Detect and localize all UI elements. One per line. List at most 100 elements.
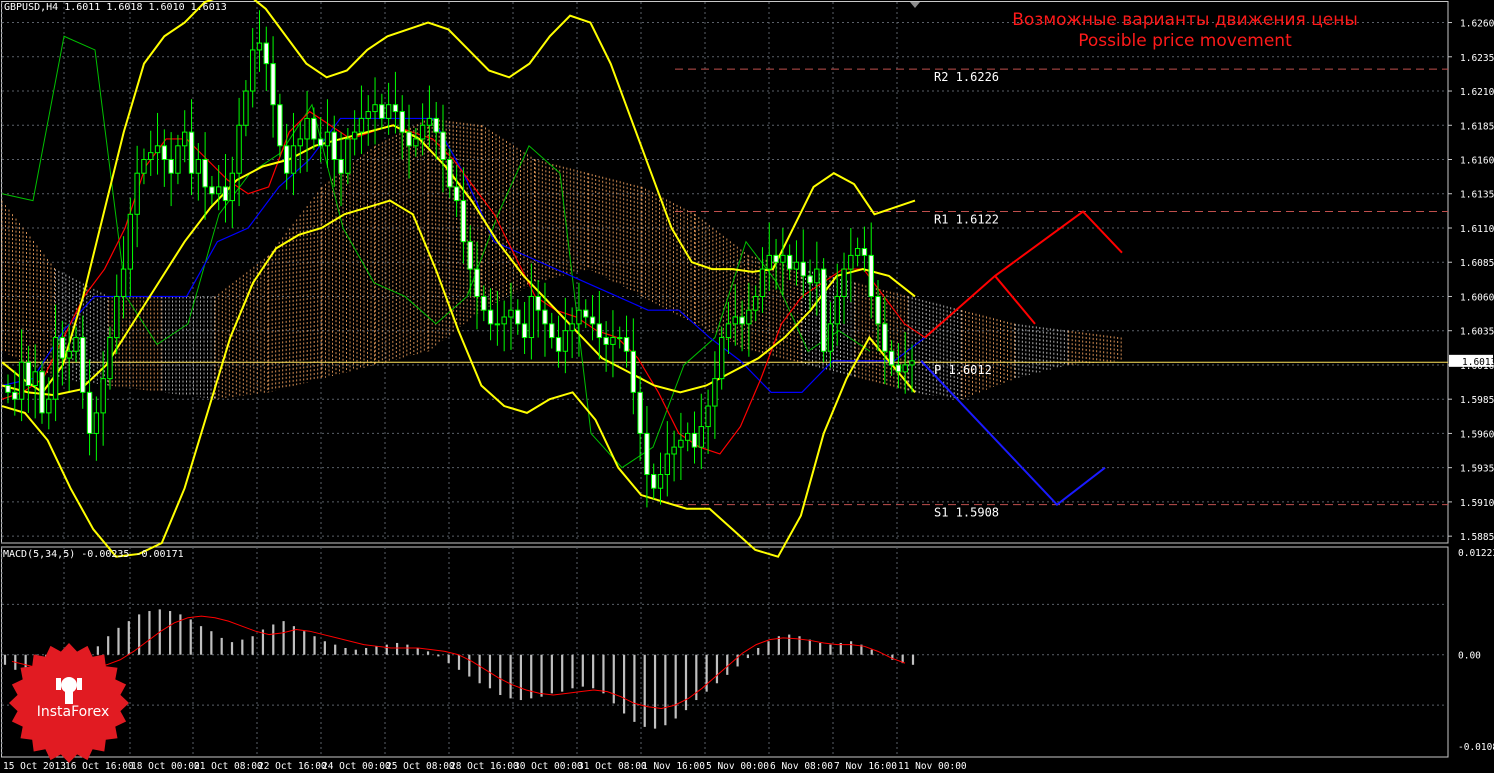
candle-body bbox=[623, 337, 630, 352]
candle-body bbox=[59, 337, 66, 359]
level-label: S1 1.5908 bbox=[934, 506, 999, 520]
forecast-up-alt-line bbox=[994, 275, 1036, 325]
y-tick-label: 1.5935 bbox=[1460, 464, 1494, 475]
candle-body bbox=[902, 364, 908, 373]
y-tick-label: 1.5985 bbox=[1460, 395, 1494, 406]
candle-body bbox=[630, 350, 637, 393]
candle-body bbox=[494, 323, 501, 326]
candle-body bbox=[270, 63, 276, 106]
candle-body bbox=[216, 186, 222, 195]
candle-body bbox=[331, 131, 337, 161]
candle-body bbox=[576, 309, 582, 325]
candle-body bbox=[66, 350, 72, 359]
candle-body bbox=[263, 42, 269, 65]
y-tick-label: 1.6235 bbox=[1460, 53, 1494, 64]
candle-body bbox=[175, 145, 181, 174]
x-tick-label: 5 Nov 00:00 bbox=[706, 761, 769, 772]
candle-body bbox=[691, 432, 698, 448]
candle-body bbox=[317, 138, 324, 147]
forecast-down-line bbox=[920, 360, 1106, 506]
x-tick-label: 21 Oct 08:00 bbox=[194, 761, 263, 772]
macd-frame bbox=[1, 546, 1449, 758]
candle-body bbox=[739, 316, 745, 325]
candle-body bbox=[440, 131, 446, 161]
candle-body bbox=[392, 104, 399, 113]
candle-body bbox=[399, 111, 405, 133]
candle-body bbox=[351, 131, 358, 140]
candle-body bbox=[406, 131, 412, 147]
candle-body bbox=[379, 104, 385, 119]
y-tick-label: 1.6060 bbox=[1460, 292, 1494, 303]
candle-body bbox=[644, 432, 650, 476]
candle-body bbox=[304, 117, 310, 140]
candle-body bbox=[888, 350, 895, 366]
candle-body bbox=[603, 337, 609, 345]
candle-body bbox=[549, 323, 555, 339]
candle-body bbox=[705, 405, 711, 428]
candle-body bbox=[569, 323, 575, 332]
candle-body bbox=[895, 364, 902, 373]
candle-body bbox=[195, 159, 202, 174]
candle-body bbox=[617, 337, 623, 340]
y-tick-label: 1.6085 bbox=[1460, 258, 1494, 269]
candle-body bbox=[861, 248, 868, 256]
candle-body bbox=[678, 439, 684, 448]
candle-body bbox=[718, 337, 725, 380]
bollinger-lower-line bbox=[1, 199, 916, 558]
macd-tick-label: 0.00 bbox=[1458, 651, 1481, 662]
candle-body bbox=[426, 117, 433, 126]
candle-body bbox=[854, 248, 861, 256]
candle-body bbox=[419, 124, 426, 140]
candle-body bbox=[324, 131, 331, 147]
candle-body bbox=[188, 131, 195, 174]
x-tick-label: 6 Nov 08:00 bbox=[770, 761, 833, 772]
candle-body bbox=[447, 159, 453, 188]
candle-body bbox=[93, 412, 100, 434]
candle-body bbox=[467, 241, 473, 270]
price-chart[interactable]: R2 1.6226 R1 1.6122 P 1.6012 S1 1.5908 1.62… bbox=[0, 0, 1494, 773]
candle-body bbox=[385, 104, 392, 119]
shift-marker-icon bbox=[910, 2, 920, 8]
instaforex-logo-icon bbox=[9, 643, 129, 763]
candle-body bbox=[12, 391, 18, 400]
candle-body bbox=[834, 295, 840, 325]
candle-body bbox=[453, 186, 460, 202]
candle-body bbox=[752, 295, 759, 311]
candle-body bbox=[182, 131, 188, 147]
candle-body bbox=[168, 159, 174, 174]
current-price-label: 1.6013 bbox=[1462, 357, 1494, 368]
candle-body bbox=[698, 426, 704, 448]
candle-body bbox=[562, 330, 569, 352]
candle-body bbox=[712, 378, 718, 407]
candle-body bbox=[528, 295, 535, 339]
candle-body bbox=[542, 309, 548, 325]
candle-body bbox=[515, 309, 521, 325]
candle-body bbox=[372, 104, 378, 113]
candle-body bbox=[256, 42, 263, 51]
candle-body bbox=[535, 295, 541, 311]
candle-body bbox=[202, 159, 208, 188]
candle-body bbox=[229, 172, 236, 202]
y-tick-label: 1.6135 bbox=[1460, 190, 1494, 201]
candle-body bbox=[766, 254, 772, 270]
instaforex-logo-text: InstaForex bbox=[36, 704, 110, 720]
candle-body bbox=[283, 145, 290, 174]
candle-body bbox=[25, 361, 32, 386]
candle-body bbox=[345, 138, 351, 174]
indicator-lines bbox=[1, 0, 926, 558]
candle-body bbox=[86, 391, 93, 434]
candle-body bbox=[868, 254, 874, 297]
candle-body bbox=[684, 432, 691, 441]
candle-body bbox=[100, 378, 106, 414]
candle-body bbox=[800, 261, 806, 277]
candle-body bbox=[120, 268, 127, 297]
candle-body bbox=[827, 323, 834, 352]
y-tick-label: 1.6110 bbox=[1460, 224, 1494, 235]
x-tick-label: 1 Nov 16:00 bbox=[642, 761, 705, 772]
y-tick-label: 1.6210 bbox=[1460, 87, 1494, 98]
candle-body bbox=[596, 323, 603, 339]
candle-body bbox=[46, 398, 52, 414]
candle-body bbox=[807, 275, 813, 284]
candle-body bbox=[583, 309, 589, 318]
candle-body bbox=[236, 124, 242, 174]
